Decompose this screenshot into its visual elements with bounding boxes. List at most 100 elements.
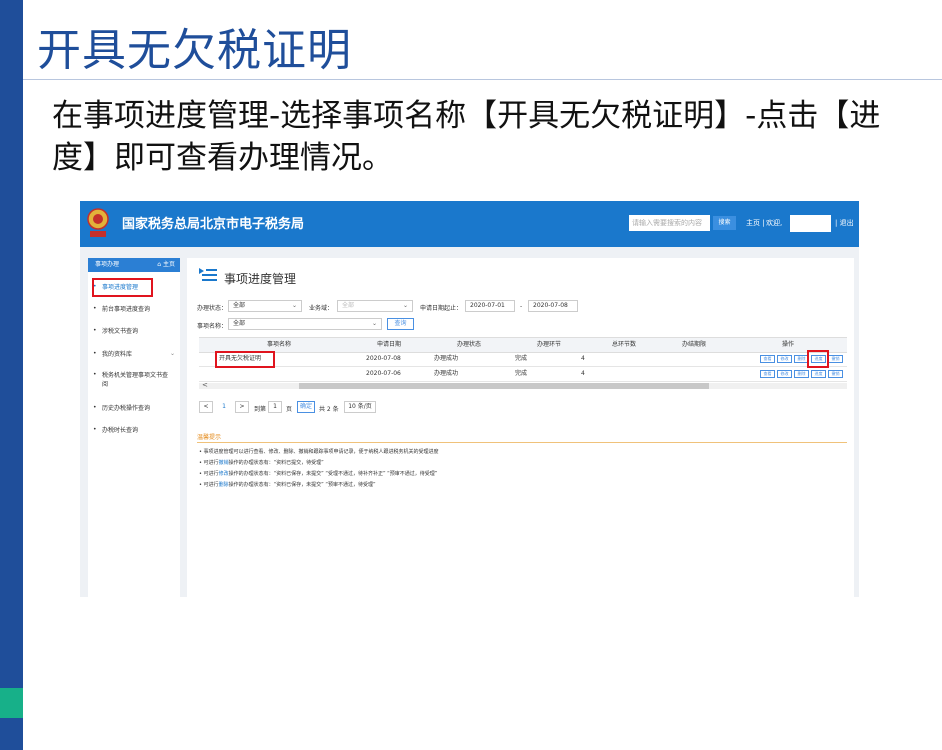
date-cell: 2020-07-08 [366,355,401,362]
tip-text: 可进行 [203,460,219,466]
sidebar-home-link[interactable]: ⌂ 主页 [157,258,175,272]
status-cell: 办理成功 [434,355,459,362]
total-count: 共 2 条 [319,406,339,413]
user-name-field [790,215,831,232]
sidebar-item-library[interactable]: • 我的资料库 ⌄ [88,350,180,360]
stage-cell: 完成 [515,370,528,377]
dot-icon: • [93,350,97,357]
title-divider [23,79,942,80]
domain-filter-value: 全部 [342,302,355,309]
progress-button[interactable]: 进度 [811,370,826,378]
edit-button[interactable]: 修改 [777,355,792,363]
view-button[interactable]: 查看 [760,370,775,378]
slide-title: 开具无欠税证明 [37,25,352,76]
status-filter-select[interactable]: 全部 ⌄ [228,300,302,312]
dot-icon: • [93,305,97,312]
view-button[interactable]: 查看 [760,355,775,363]
chevron-down-icon: ⌄ [402,302,408,309]
nav-welcome-text: 欢迎, [766,219,783,227]
tip-text: 可进行 [203,471,219,477]
column-header: 总环节数 [611,341,636,348]
column-header: 办理状态 [456,341,481,348]
table-header: 事项名称 申请日期 办理状态 办理环节 总环节数 办结期限 操作 [199,337,847,353]
total-steps-cell: 4 [581,355,585,362]
sidebar-header: 事项办理 ⌂ 主页 [88,258,180,272]
status-filter-value: 全部 [233,302,246,309]
highlight-box-item [215,351,275,368]
name-filter-select[interactable]: 全部 ⌄ [228,318,382,330]
date-range-label: 申请日期起止： [420,305,463,312]
logout-link[interactable]: | 退出 [835,218,854,228]
nav-home-link[interactable]: 主页 | [746,218,765,228]
app-header: 国家税务总局北京市电子税务局 搜索 主页 | 欢迎, | 退出 [80,201,859,247]
revoke-button[interactable]: 撤销 [828,370,843,378]
deadline-cell [669,367,719,381]
tip-text: 操作的办理状态有：“资料已保存，未提交” “预审不通过，待受理” [228,482,376,488]
date-to-input[interactable]: 2020-07-08 [528,300,578,312]
delete-button[interactable]: 删除 [794,370,809,378]
table-row: 开具无欠税证明 2020-07-08 办理成功 完成 4 查看 修改 删除 进度… [199,352,847,367]
goto-confirm-button[interactable]: 确定 [297,401,315,413]
chevron-down-icon: ⌄ [291,302,297,309]
page-unit-label: 页 [286,406,293,413]
column-header: 操作 [781,341,794,348]
name-filter-label: 事项名称： [197,323,228,330]
chevron-down-icon: ⌄ [371,320,377,327]
tip-text: 事项进度管理可以进行查看、修改、删除、撤销和跟踪事项申请记录，便于纳税人跟进税务… [203,449,439,455]
sidebar-item-authority-docs[interactable]: • 税务机关管理事项文书查 阅 [88,371,180,391]
total-steps-cell: 4 [581,370,585,377]
stage-cell: 完成 [515,355,528,362]
sidebar-header-label: 事项办理 [95,261,120,268]
domain-filter-select[interactable]: 全部 ⌄ [337,300,413,312]
sidebar-item-documents[interactable]: • 涉税文书查询 [88,327,180,337]
sidebar-item-front-desk[interactable]: • 前台事项进度查询 [88,305,180,315]
slide-body-text: 在事项进度管理-选择事项名称【开具无欠税证明】-点击【进度】即可查看办理情况。 [52,98,881,176]
tip-line: • 可进行修改操作的办理状态有：“资料已保存，未提交” “受理不通过，待补齐补正… [199,471,438,477]
column-header: 办结期限 [681,341,706,348]
tip-highlight: 修改 [218,471,229,477]
goto-page-input[interactable]: 1 [268,401,282,413]
tip-highlight: 撤销 [218,460,229,466]
sidebar-item-label: 历史办税操作查询 [102,405,151,412]
table-scrollbar[interactable]: < [199,381,847,389]
sidebar-item-history[interactable]: • 历史办税操作查询 [88,404,180,414]
page-title: 事项进度管理 [224,272,297,286]
search-input[interactable] [629,215,710,231]
query-button[interactable]: 查询 [387,318,414,330]
status-cell: 办理成功 [434,370,459,377]
next-page-button[interactable]: > [235,401,249,413]
dot-icon: • [93,327,97,334]
sidebar-item-label: 涉税文书查询 [102,328,139,335]
sidebar-item-label: 我的资料库 [102,351,133,358]
tips-title: 温馨提示 [197,434,222,441]
main-content: 事项进度管理 办理状态： 全部 ⌄ 业务域： 全部 ⌄ 申请日期起止： 2020… [187,258,854,597]
dot-icon: • [93,426,97,433]
dot-icon: • [93,404,97,411]
date-to-value: 2020-07-08 [533,302,568,309]
date-from-value: 2020-07-01 [470,302,505,309]
edit-button[interactable]: 修改 [777,370,792,378]
app-title: 国家税务总局北京市电子税务局 [122,217,305,232]
item-name-cell [219,367,329,381]
tip-line: • 可进行删除操作的办理状态有：“资料已保存，未提交” “预审不通过，待受理” [199,482,376,488]
tip-highlight: 删除 [218,482,229,488]
sidebar-item-duration[interactable]: • 办税时长查询 [88,426,180,436]
date-cell: 2020-07-06 [366,370,401,377]
tax-emblem-icon [87,208,109,237]
tip-text: 操作的办理状态有：“资料已保存，未提交” “受理不通过，待补齐补正” “预审不通… [228,471,438,477]
sidebar-item-label: 前台事项进度查询 [102,306,151,313]
highlight-box-progress [807,350,829,368]
scroll-left-icon[interactable]: < [202,381,208,389]
scroll-thumb[interactable] [299,383,709,389]
search-button[interactable]: 搜索 [713,216,736,230]
date-from-input[interactable]: 2020-07-01 [465,300,515,312]
domain-filter-label: 业务域： [309,305,334,312]
page-number[interactable]: 1 [217,401,231,413]
sidebar-item-label: 办税时长查询 [102,427,139,434]
sidebar-item-label: 税务机关管理事项文书查 阅 [102,372,169,388]
column-header: 办理环节 [536,341,561,348]
tip-line: • 事项进度管理可以进行查看、修改、删除、撤销和跟踪事项申请记录，便于纳税人跟进… [199,449,439,455]
revoke-button[interactable]: 撤销 [828,355,843,363]
prev-page-button[interactable]: < [199,401,213,413]
page-size-select[interactable]: 10 条/页 [344,401,376,413]
